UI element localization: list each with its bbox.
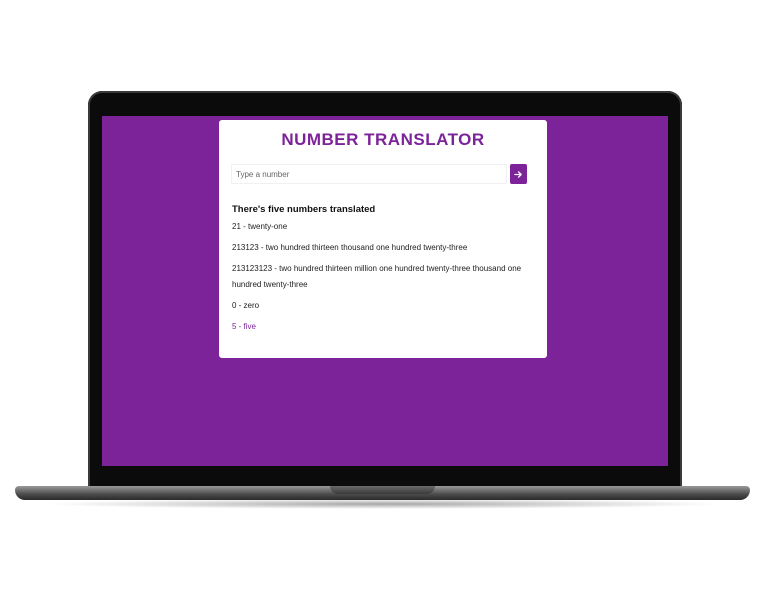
laptop-screen: NUMBER TRANSLATOR There's five numbers t… — [102, 116, 668, 466]
list-item: 21 - twenty-one — [232, 222, 288, 231]
list-item: 5 - five — [232, 322, 257, 331]
arrow-right-icon — [514, 170, 522, 178]
number-input[interactable] — [231, 164, 507, 184]
laptop-mockup: NUMBER TRANSLATOR There's five numbers t… — [0, 0, 765, 610]
translate-button[interactable] — [510, 164, 527, 184]
translator-card: NUMBER TRANSLATOR There's five numbers t… — [219, 120, 547, 358]
app-title: NUMBER TRANSLATOR — [281, 130, 485, 149]
number-input-row — [231, 164, 527, 184]
laptop-chin — [102, 466, 668, 486]
list-item: 0 - zero — [232, 301, 260, 310]
results-heading: There's five numbers translated — [232, 204, 376, 215]
list-item: 213123 - two hundred thirteen thousand o… — [232, 243, 468, 252]
laptop-notch — [330, 486, 435, 494]
list-item: 213123123 - two hundred thirteen million… — [232, 264, 522, 289]
laptop-shadow — [40, 499, 725, 509]
results-list: 21 - twenty-one 213123 - two hundred thi… — [232, 219, 540, 340]
